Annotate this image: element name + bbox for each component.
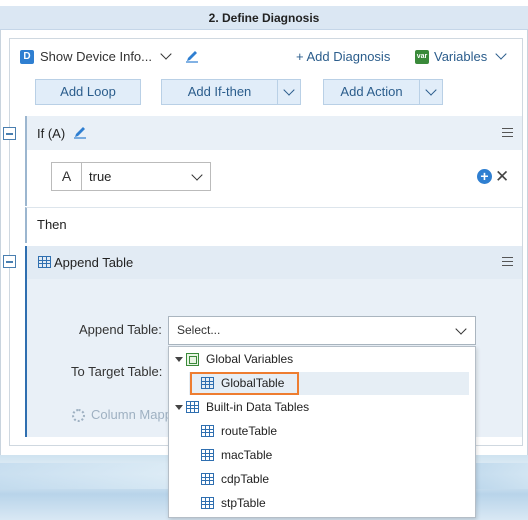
tree-group-global-variables[interactable]: Global Variables — [206, 352, 293, 366]
collapse-append-icon[interactable] — [3, 255, 16, 268]
condition-letter: A — [51, 162, 82, 191]
expand-triangle-icon[interactable] — [175, 405, 183, 410]
append-table-select[interactable]: Select... — [168, 316, 476, 345]
device-info-dropdown[interactable]: Show Device Info... — [40, 49, 152, 64]
chevron-down-icon — [455, 323, 467, 335]
add-if-then-menu-button[interactable] — [277, 79, 301, 105]
condition-value: true — [89, 169, 112, 184]
tree-item-mactable[interactable]: macTable — [221, 448, 272, 462]
add-action-menu-button[interactable] — [419, 79, 443, 105]
table-icon — [186, 401, 199, 413]
add-action-button[interactable]: Add Action — [323, 79, 420, 105]
then-block — [25, 207, 522, 243]
add-if-then-button[interactable]: Add If-then — [161, 79, 278, 105]
append-table-placeholder: Select... — [177, 323, 221, 337]
edit-icon[interactable] — [73, 125, 87, 139]
append-block-menu-icon[interactable] — [502, 257, 513, 266]
then-label: Then — [37, 217, 67, 232]
tree-item-cdptable[interactable]: cdpTable — [221, 472, 269, 486]
table-icon — [201, 425, 214, 437]
remove-condition-icon[interactable]: ✕ — [495, 168, 509, 185]
edit-icon[interactable] — [185, 49, 199, 63]
table-icon — [201, 497, 214, 509]
tree-group-builtin-tables[interactable]: Built-in Data Tables — [206, 400, 309, 414]
if-block-label: If (A) — [37, 126, 66, 141]
section-title: 2. Define Diagnosis — [0, 6, 528, 30]
append-table-title: Append Table — [54, 255, 134, 270]
chevron-down-icon — [425, 84, 437, 96]
device-icon: D — [20, 50, 34, 64]
variables-icon: var — [415, 50, 429, 64]
chevron-down-icon[interactable] — [160, 48, 172, 60]
collapse-if-icon[interactable] — [3, 127, 16, 140]
variables-button[interactable]: Variables — [434, 49, 487, 64]
append-table-label: Append Table: — [79, 322, 162, 337]
if-block-header — [25, 116, 522, 150]
expand-triangle-icon[interactable] — [175, 357, 183, 362]
tree-item-stptable[interactable]: stpTable — [221, 496, 266, 510]
chevron-down-icon — [283, 84, 295, 96]
target-table-label: To Target Table: — [71, 364, 163, 379]
column-mapping-link[interactable]: Column Mapp — [91, 407, 172, 422]
gear-icon — [72, 409, 85, 422]
chevron-down-icon[interactable] — [495, 48, 507, 60]
diagnosis-toolbar: D Show Device Info... + Add Diagnosis va… — [18, 46, 518, 70]
selection-highlight — [190, 372, 299, 395]
chevron-down-icon — [191, 169, 203, 181]
add-loop-button[interactable]: Add Loop — [35, 79, 141, 105]
table-icon — [201, 449, 214, 461]
if-block-menu-icon[interactable] — [502, 128, 513, 137]
table-icon — [201, 473, 214, 485]
global-variable-icon — [186, 353, 199, 366]
add-condition-icon[interactable]: + — [477, 169, 492, 184]
condition-select[interactable]: true — [81, 162, 211, 191]
tree-item-routetable[interactable]: routeTable — [221, 424, 277, 438]
add-diagnosis-button[interactable]: + Add Diagnosis — [296, 49, 390, 64]
table-icon — [38, 256, 51, 268]
